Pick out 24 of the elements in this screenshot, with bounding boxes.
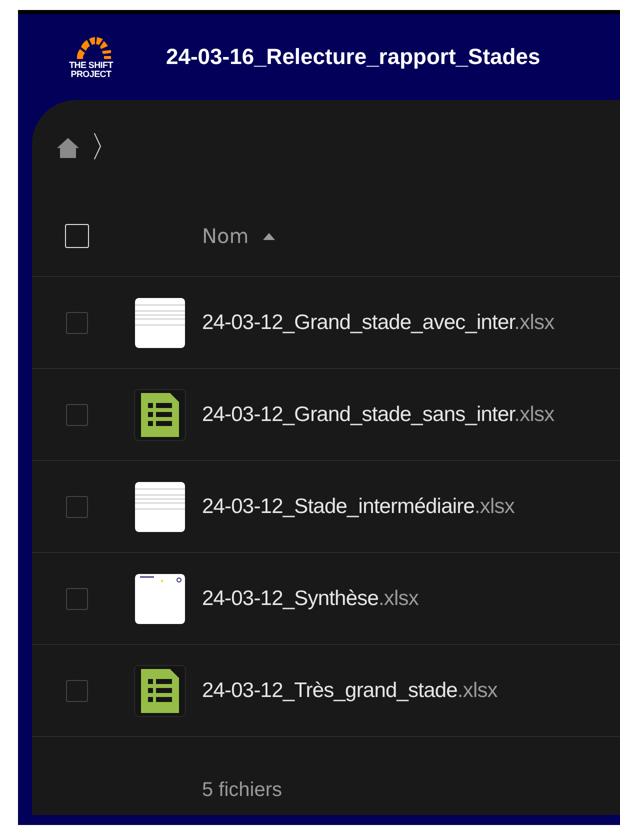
file-name[interactable]: 24-03-12_Très_grand_stade.xlsx [202,678,498,702]
select-all-checkbox[interactable] [65,224,89,248]
row-checkbox[interactable] [66,496,88,518]
row-checkbox[interactable] [66,312,88,334]
file-name[interactable]: 24-03-12_Stade_intermédiaire.xlsx [202,494,515,518]
file-name[interactable]: 24-03-12_Synthèse.xlsx [202,586,419,610]
file-thumbnail [134,480,186,532]
home-icon[interactable] [56,137,80,159]
sort-icon[interactable] [262,232,275,240]
row-checkbox[interactable] [66,588,88,610]
file-thumbnail [134,572,186,624]
file-thumbnail [134,296,186,348]
logo-text: PROJECT [70,70,112,79]
spreadsheet-icon [134,664,186,716]
file-name[interactable]: 24-03-12_Grand_stade_avec_inter.xlsx [202,310,554,334]
file-count: 5 fichiers [201,778,284,802]
file-name[interactable]: 24-03-12_Grand_stade_sans_inter.xlsx [202,402,554,426]
column-header[interactable]: Nom [202,224,249,248]
row-checkbox[interactable] [66,680,88,702]
spreadsheet-icon [134,388,186,440]
folder-title: 24-03-16_Relecture_rapport_Stades [166,44,540,70]
breadcrumb-separator: 〉 [90,133,120,163]
row-checkbox[interactable] [66,404,88,426]
logo-text: THE SHIFT [69,61,113,70]
